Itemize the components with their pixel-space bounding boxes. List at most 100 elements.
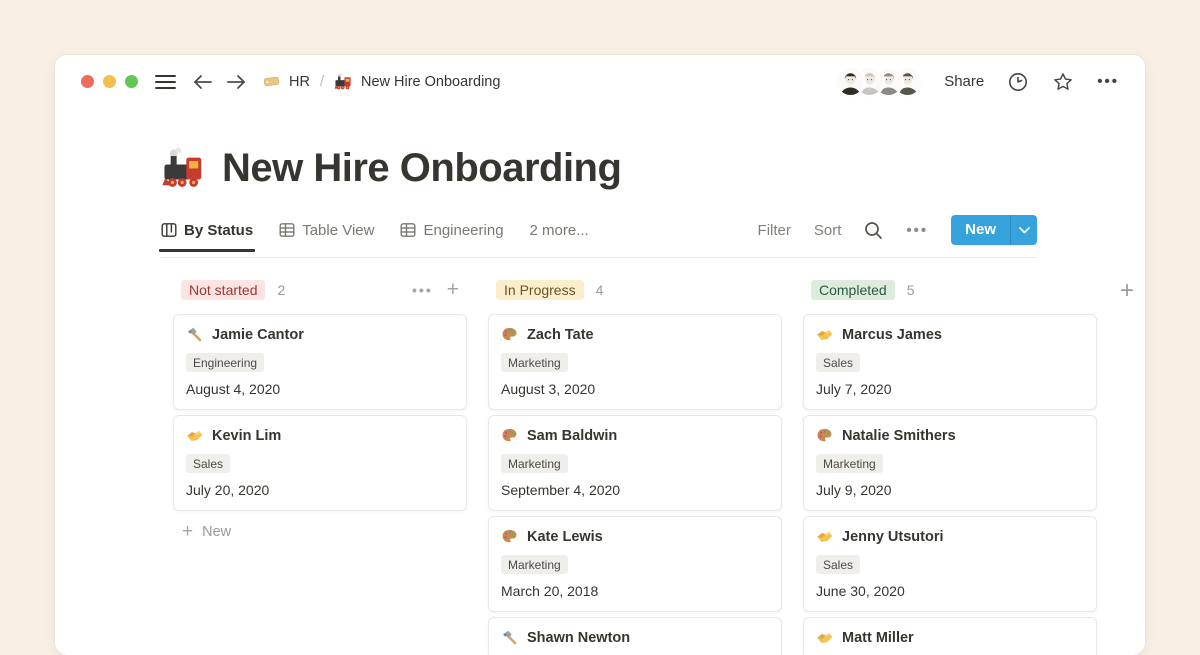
card-jamie-cantor[interactable]: Jamie CantorEngineeringAugust 4, 2020 xyxy=(173,314,467,410)
status-badge[interactable]: Not started xyxy=(181,280,265,300)
more-options-icon[interactable]: ••• xyxy=(1097,73,1119,90)
filter-button[interactable]: Filter xyxy=(758,222,791,239)
board-view-icon xyxy=(161,222,177,238)
favorite-star-icon[interactable] xyxy=(1052,71,1074,93)
card-zach-tate[interactable]: Zach Tate Marketing August 3, 2020 xyxy=(488,314,782,410)
table-view-icon xyxy=(400,222,416,238)
updates-clock-icon[interactable] xyxy=(1007,71,1029,93)
column-not-started: Not started2•••+Jamie CantorEngineeringA… xyxy=(173,278,467,540)
column-add-card-icon[interactable]: + xyxy=(447,280,459,300)
tab-engineering[interactable]: Engineering xyxy=(400,222,503,239)
search-icon[interactable] xyxy=(864,221,883,240)
new-button-label[interactable]: New xyxy=(951,215,1010,245)
department-tag: Marketing xyxy=(501,555,568,574)
window-controls xyxy=(81,75,138,88)
view-options-icon[interactable]: ••• xyxy=(906,222,928,239)
label-tag-icon xyxy=(262,72,281,91)
card-natalie-smithers[interactable]: Natalie Smithers Marketing July 9, 2020 xyxy=(803,415,1097,511)
card-title: Natalie Smithers xyxy=(816,427,1084,444)
close-window-button[interactable] xyxy=(81,75,94,88)
card-title: Marcus James xyxy=(816,326,1084,343)
department-tag: Marketing xyxy=(501,454,568,473)
start-date: July 9, 2020 xyxy=(816,482,1084,498)
card-jenny-utsutori[interactable]: Jenny UtsutoriSalesJune 30, 2020 xyxy=(803,516,1097,612)
share-button[interactable]: Share xyxy=(944,73,984,90)
breadcrumb: HR / New Hire Onboarding xyxy=(262,72,500,91)
card-title: Jenny Utsutori xyxy=(816,528,1084,545)
tab-table-view[interactable]: Table View xyxy=(279,222,374,239)
department-tag: Marketing xyxy=(501,353,568,372)
add-card-button[interactable]: + New xyxy=(182,524,467,540)
tab-label: By Status xyxy=(184,222,253,239)
card-count: 4 xyxy=(596,282,604,298)
card-name: Jamie Cantor xyxy=(212,327,304,343)
column-header: Not started 2 ••• + xyxy=(181,278,459,302)
card-title: Matt Miller xyxy=(816,629,1084,646)
department-tag: Engineering xyxy=(186,353,264,372)
add-column-button[interactable]: + xyxy=(1120,279,1134,303)
handshake-icon xyxy=(816,629,833,646)
palette-icon xyxy=(501,326,518,343)
minimize-window-button[interactable] xyxy=(103,75,116,88)
hammer-icon xyxy=(501,629,518,646)
status-badge[interactable]: In Progress xyxy=(496,280,584,300)
card-title: Jamie Cantor xyxy=(186,326,454,343)
tab-label: Table View xyxy=(302,222,374,239)
column-header: Completed 5 xyxy=(811,278,1089,302)
column-header: In Progress 4 xyxy=(496,278,774,302)
tab-by-status[interactable]: By Status xyxy=(161,222,253,239)
card-name: Kate Lewis xyxy=(527,529,603,545)
chevron-down-icon[interactable] xyxy=(1010,215,1037,245)
status-badge[interactable]: Completed xyxy=(811,280,895,300)
avatar-1[interactable] xyxy=(837,68,864,95)
card-name: Marcus James xyxy=(842,327,942,343)
breadcrumb-page[interactable]: New Hire Onboarding xyxy=(361,74,500,90)
kanban-board: Not started 2 ••• + Jamie Cantor Engineering A… xyxy=(173,278,1145,655)
new-button[interactable]: New xyxy=(951,215,1037,245)
tab-label: Engineering xyxy=(423,222,503,239)
collaborator-avatars[interactable] xyxy=(837,68,921,95)
table-view-icon xyxy=(279,222,295,238)
plus-icon: + xyxy=(182,524,193,540)
handshake-icon xyxy=(816,326,833,343)
card-name: Sam Baldwin xyxy=(527,428,617,444)
notion-window: HR / New Hire Onboarding Share ••• New H… xyxy=(55,55,1145,655)
palette-icon xyxy=(501,528,518,545)
card-name: Zach Tate xyxy=(527,327,594,343)
forward-arrow-icon[interactable] xyxy=(226,74,246,90)
start-date: March 20, 2018 xyxy=(501,583,769,599)
handshake-icon xyxy=(816,528,833,545)
card-count: 2 xyxy=(277,282,285,298)
department-tag: Marketing xyxy=(816,454,883,473)
card-kevin-lim[interactable]: Kevin LimSalesJuly 20, 2020 xyxy=(173,415,467,511)
department-tag: Sales xyxy=(816,353,860,372)
department-tag: Sales xyxy=(186,454,230,473)
add-card-label: New xyxy=(202,524,231,540)
card-shawn-newton[interactable]: Shawn Newton xyxy=(488,617,782,655)
card-marcus-james[interactable]: Marcus JamesSalesJuly 7, 2020 xyxy=(803,314,1097,410)
start-date: June 30, 2020 xyxy=(816,583,1084,599)
card-title: Zach Tate xyxy=(501,326,769,343)
card-name: Matt Miller xyxy=(842,630,914,646)
column-in-progress: In Progress 4 Zach Tate Marketing August 3, … xyxy=(488,278,782,655)
palette-icon xyxy=(501,427,518,444)
card-kate-lewis[interactable]: Kate Lewis Marketing March 20, 2018 xyxy=(488,516,782,612)
zoom-window-button[interactable] xyxy=(125,75,138,88)
card-name: Natalie Smithers xyxy=(842,428,956,444)
column-options-icon[interactable]: ••• xyxy=(412,282,433,298)
card-count: 5 xyxy=(907,282,915,298)
card-title: Shawn Newton xyxy=(501,629,769,646)
back-arrow-icon[interactable] xyxy=(193,74,213,90)
start-date: September 4, 2020 xyxy=(501,482,769,498)
train-icon xyxy=(334,72,353,91)
sort-button[interactable]: Sort xyxy=(814,222,842,239)
start-date: August 3, 2020 xyxy=(501,381,769,397)
handshake-icon xyxy=(186,427,203,444)
palette-icon xyxy=(816,427,833,444)
card-matt-miller[interactable]: Matt Miller xyxy=(803,617,1097,655)
card-sam-baldwin[interactable]: Sam Baldwin Marketing September 4, 2020 xyxy=(488,415,782,511)
tab-2-more[interactable]: 2 more... xyxy=(530,222,589,239)
sidebar-menu-icon[interactable] xyxy=(155,74,176,90)
card-title: Sam Baldwin xyxy=(501,427,769,444)
breadcrumb-root[interactable]: HR xyxy=(289,74,310,90)
